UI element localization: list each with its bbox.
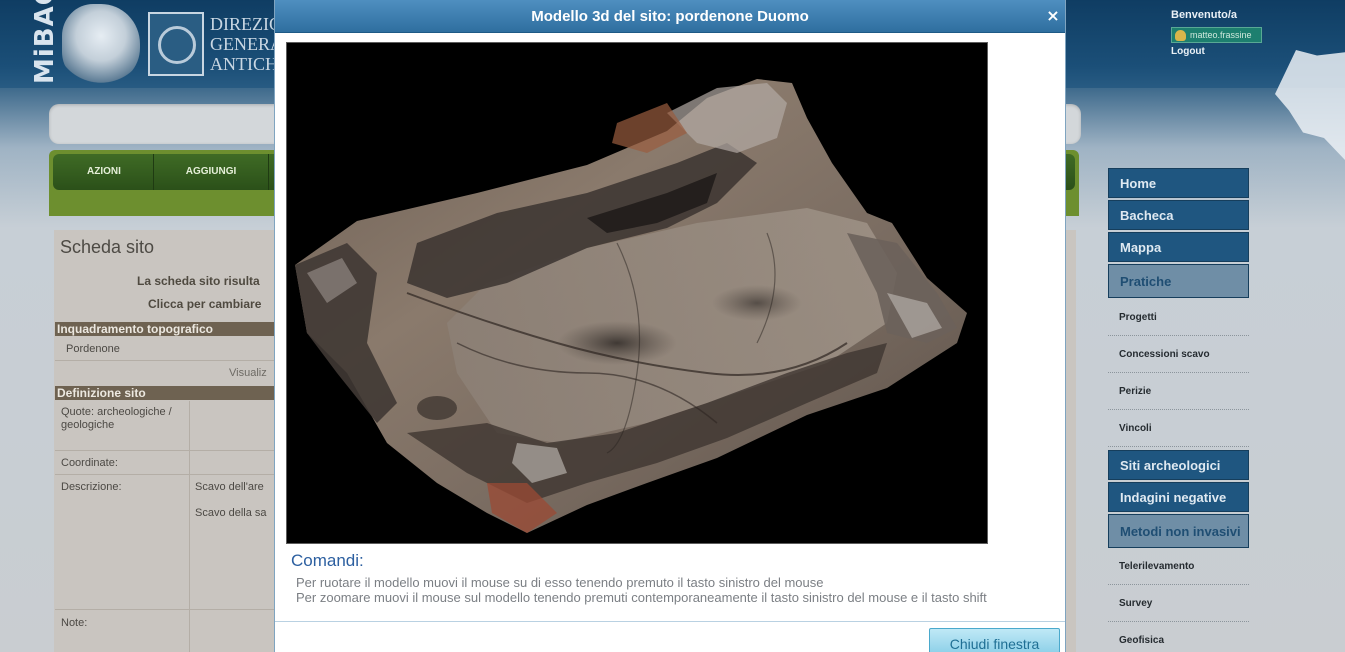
- dialog-titlebar[interactable]: Modello 3d del sito: pordenone Duomo ×: [275, 0, 1065, 33]
- close-icon[interactable]: ×: [1045, 7, 1061, 25]
- zoom-instructions: Per zoomare muovi il mouse sul modello t…: [296, 590, 987, 605]
- model-3d-dialog: Modello 3d del sito: pordenone Duomo × C…: [274, 0, 1066, 652]
- 3d-terrain-model[interactable]: [287, 43, 988, 544]
- 3d-model-viewer[interactable]: [286, 42, 988, 544]
- close-window-button[interactable]: Chiudi finestra: [929, 628, 1060, 652]
- dialog-title: Modello 3d del sito: pordenone Duomo: [531, 8, 809, 25]
- commands-title: Comandi:: [291, 551, 364, 570]
- footer-divider: [275, 621, 1065, 622]
- rotate-instructions: Per ruotare il modello muovi il mouse su…: [296, 575, 824, 590]
